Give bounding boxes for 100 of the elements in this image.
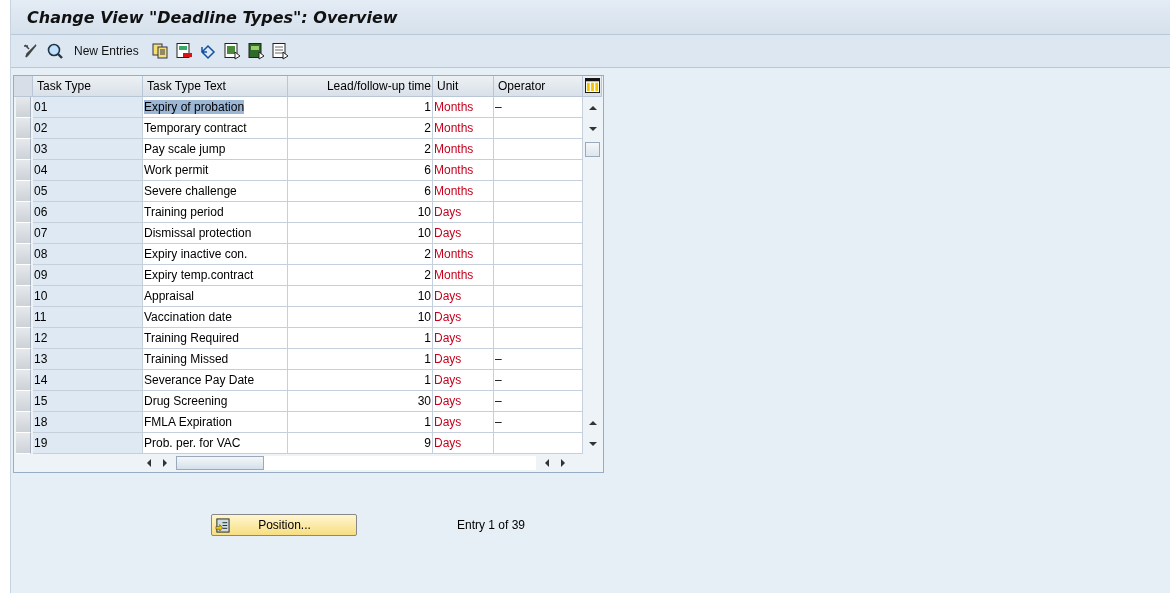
table-cell: Severe challenge <box>144 184 237 198</box>
undo-arrow-icon[interactable] <box>198 42 217 60</box>
table-cell: 02 <box>33 118 143 139</box>
table-cell: 10 <box>288 202 433 223</box>
deselect-all-icon[interactable] <box>270 42 289 60</box>
table-cell: Days <box>433 412 494 433</box>
row-selector[interactable] <box>16 370 31 391</box>
table-cell: 11 <box>33 307 143 328</box>
column-header[interactable]: Task Type <box>33 76 143 97</box>
table-cell: 08 <box>33 244 143 265</box>
table-cell: Severance Pay Date <box>144 373 255 387</box>
scroll-thumb[interactable] <box>176 456 264 470</box>
copy-icon[interactable] <box>150 42 169 60</box>
column-header[interactable]: Lead/follow-up time <box>288 76 433 97</box>
column-settings-icon[interactable] <box>585 78 600 93</box>
table-cell: 2 <box>288 244 433 265</box>
table-cell: 10 <box>33 286 143 307</box>
row-selector[interactable] <box>16 118 31 139</box>
position-button[interactable]: Position... <box>211 514 357 536</box>
table-cell: Months <box>433 244 494 265</box>
row-selector[interactable] <box>16 286 31 307</box>
table-cell: 1 <box>288 412 433 433</box>
row-selector[interactable] <box>16 433 31 454</box>
table-cell: Days <box>433 433 494 454</box>
row-selector[interactable] <box>16 307 31 328</box>
table-cell: – <box>494 391 583 412</box>
row-selector[interactable] <box>16 265 31 286</box>
window-title: Change View "Deadline Types": Overview <box>27 7 398 27</box>
table-cell: Prob. per. for VAC <box>144 436 241 450</box>
row-selector[interactable] <box>16 202 31 223</box>
table-cell: Training Required <box>144 331 239 345</box>
scroll-right-icon[interactable] <box>160 458 170 468</box>
new-entries-button[interactable]: New Entries <box>70 44 145 58</box>
magnifier-icon[interactable] <box>46 42 64 60</box>
table-cell: 6 <box>288 160 433 181</box>
scroll-thumb[interactable] <box>585 142 600 157</box>
table-cell: – <box>494 370 583 391</box>
table-cell: Months <box>433 97 494 118</box>
table-cell: Days <box>433 202 494 223</box>
table-cell: 04 <box>33 160 143 181</box>
table-cell: Training period <box>144 205 224 219</box>
table-cell: – <box>494 97 583 118</box>
column-header[interactable]: Task Type Text <box>143 76 288 97</box>
table-cell: Expiry of probation <box>144 100 245 114</box>
table-cell: Months <box>433 139 494 160</box>
row-selector[interactable] <box>16 160 31 181</box>
row-selector[interactable] <box>16 412 31 433</box>
table-cell: 2 <box>288 265 433 286</box>
table-cell: Pay scale jump <box>144 142 226 156</box>
select-all-icon[interactable] <box>222 42 241 60</box>
row-selector[interactable] <box>16 223 31 244</box>
table-cell: 09 <box>33 265 143 286</box>
table-cell: Dismissal protection <box>144 226 252 240</box>
table-cell: 30 <box>288 391 433 412</box>
table-cell: Months <box>433 181 494 202</box>
table-cell: 12 <box>33 328 143 349</box>
table-cell: 9 <box>288 433 433 454</box>
table-cell: Days <box>433 349 494 370</box>
table-cell: 1 <box>288 328 433 349</box>
table-cell: 1 <box>288 349 433 370</box>
row-selector[interactable] <box>16 244 31 265</box>
row-selector[interactable] <box>16 139 31 160</box>
table-cell: Training Missed <box>144 352 229 366</box>
table-cell: Temporary contract <box>144 121 247 135</box>
table-cell: 10 <box>288 286 433 307</box>
table-cell: 15 <box>33 391 143 412</box>
table-cell: 07 <box>33 223 143 244</box>
table-cell: Vaccination date <box>144 310 232 324</box>
table-cell: 1 <box>288 370 433 391</box>
table-cell: – <box>494 349 583 370</box>
table-cell: 2 <box>288 118 433 139</box>
row-selector[interactable] <box>16 349 31 370</box>
delete-row-icon[interactable] <box>174 42 193 60</box>
row-selector[interactable] <box>16 391 31 412</box>
table-cell: Months <box>433 265 494 286</box>
table-cell: Appraisal <box>144 289 195 303</box>
table-cell: Days <box>433 307 494 328</box>
table-cell: Months <box>433 118 494 139</box>
row-selector[interactable] <box>16 181 31 202</box>
select-all-cell[interactable] <box>14 76 33 97</box>
row-selector[interactable] <box>16 328 31 349</box>
scroll-right-icon[interactable] <box>558 458 568 468</box>
select-block-icon[interactable] <box>246 42 265 60</box>
column-header[interactable]: Operator <box>494 76 583 97</box>
table-cell: Days <box>433 328 494 349</box>
table-cell: 19 <box>33 433 143 454</box>
table-cell: Days <box>433 286 494 307</box>
table-cell: 13 <box>33 349 143 370</box>
column-header[interactable]: Unit <box>433 76 494 97</box>
entry-count: Entry 1 of 39 <box>457 518 526 532</box>
table-cell: 14 <box>33 370 143 391</box>
table-cell: Days <box>433 391 494 412</box>
table-cell: 10 <box>288 307 433 328</box>
table-cell: 05 <box>33 181 143 202</box>
table-cell: 01 <box>33 97 143 118</box>
table-cell: 1 <box>288 97 433 118</box>
row-selector[interactable] <box>16 97 31 118</box>
table-cell: 06 <box>33 202 143 223</box>
horizontal-scrollbar[interactable] <box>176 456 536 470</box>
table-cell: Months <box>433 160 494 181</box>
